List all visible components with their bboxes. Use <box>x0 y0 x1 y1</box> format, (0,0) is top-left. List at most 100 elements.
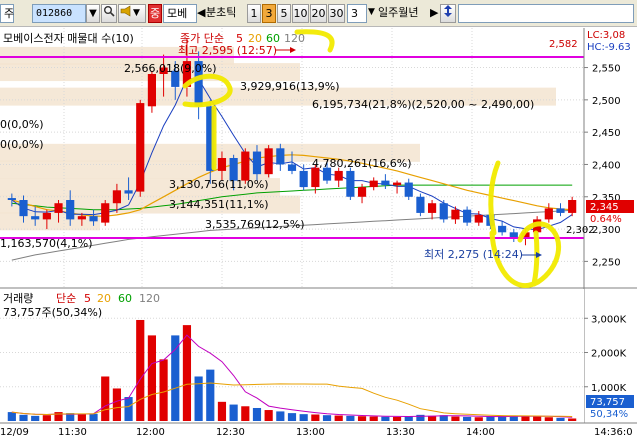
volume-bar <box>19 414 28 421</box>
period-tabs[interactable]: 일주월년 <box>378 4 430 23</box>
price-tick-label: 2,250 <box>592 257 621 268</box>
scroll-left-icon[interactable]: ◀ <box>197 4 205 23</box>
toolbar-blank-field[interactable] <box>458 4 634 23</box>
time-tick-label: 14:00 <box>466 427 495 438</box>
volume-bar <box>521 416 530 421</box>
up-down-arrow-icon <box>444 5 452 17</box>
current-price-label: 2,345 <box>590 202 619 213</box>
volume-bar <box>217 401 227 421</box>
price-tick-label: 2,500 <box>592 96 621 107</box>
volume-bar <box>346 415 355 421</box>
time-tick-label: 13:30 <box>386 427 415 438</box>
volume-ma-period-20: 20 <box>97 292 111 305</box>
volume-bar <box>206 369 215 421</box>
volume-bar <box>124 397 133 421</box>
volume-bar <box>533 416 542 421</box>
current-volume-pct: 50,34% <box>590 409 628 420</box>
volume-bar <box>7 412 16 421</box>
candle-body <box>544 208 553 220</box>
vp-label-7: 3,535,769(12,5%) <box>205 218 305 231</box>
level-2302-label: 2,302 <box>566 225 595 236</box>
vp-label-1: 2,566,018(9,0%) <box>124 62 217 75</box>
time-tick-label: 13:00 <box>296 427 325 438</box>
candle-body <box>369 180 378 188</box>
megaphone-icon: ▼ <box>120 5 140 18</box>
candle-body <box>264 148 273 175</box>
volume-bar <box>299 414 308 421</box>
resize-vertical-button[interactable] <box>440 4 456 23</box>
period-mode-label[interactable]: 분초틱 <box>206 4 246 23</box>
candle-body <box>66 200 75 220</box>
candle-body <box>252 151 262 175</box>
volume-bar <box>322 415 332 421</box>
candle-body <box>276 148 285 165</box>
volume-ma-period-120: 120 <box>139 292 160 305</box>
volume-bar <box>357 416 367 421</box>
volume-bar <box>544 417 553 421</box>
volume-bar <box>381 416 390 421</box>
candle-body <box>474 214 483 223</box>
favorite-badge-icon[interactable]: 중 <box>148 4 162 23</box>
account-field[interactable]: 주 <box>0 4 14 23</box>
candle-body <box>136 103 145 192</box>
period-30-button[interactable]: 30 <box>328 4 345 23</box>
volume-bar <box>159 359 168 421</box>
current-pct-label: 0.64% <box>590 214 622 225</box>
candle-body <box>124 190 133 194</box>
candle-body <box>311 167 320 188</box>
time-tick-label: 12:00 <box>136 427 165 438</box>
period-3-button[interactable]: 3 <box>262 4 276 23</box>
vp-label-4: 4,780,261(16,6%) <box>312 157 412 170</box>
period-10-button[interactable]: 10 <box>292 4 309 23</box>
candle-body <box>498 225 507 233</box>
volume-bar <box>427 415 437 421</box>
chart-title: 모베이스전자 매물대 수(10) <box>3 32 134 45</box>
candle-body <box>89 216 98 222</box>
vp-label-3: 6,195,734(21,8%)(2,520,00 ~ 2,490,00) <box>312 98 534 111</box>
volume-bar <box>474 417 483 421</box>
volume-bar <box>136 319 145 421</box>
period-1-button[interactable]: 1 <box>247 4 261 23</box>
volume-bar <box>311 414 320 421</box>
volume-bar <box>486 416 495 421</box>
stock-name-field[interactable]: 모베 <box>163 4 197 23</box>
code-dropdown-icon[interactable]: ▼ <box>86 4 100 23</box>
candle-body <box>147 74 157 107</box>
candle-body <box>392 182 402 186</box>
volume-bar <box>392 416 402 421</box>
candle-body <box>7 198 16 200</box>
period-20-button[interactable]: 20 <box>310 4 327 23</box>
period-select[interactable]: 3 <box>347 4 367 23</box>
candle-body <box>416 196 425 213</box>
vp-label-6: 3,144,351(11,1%) <box>169 198 269 211</box>
volume-axis-ticks: 3,000K 2,000K 1,000K <box>584 314 627 394</box>
volume-bar <box>334 415 343 421</box>
volume-bar <box>182 325 192 421</box>
volume-ma-label: 단순 <box>56 292 76 305</box>
scroll-right-icon[interactable]: ▶ <box>430 4 438 23</box>
time-tick-label: 14:36:0 <box>594 427 633 438</box>
price-tick-label: 2,550 <box>592 64 621 75</box>
volume-bar <box>31 415 40 421</box>
stock-code-input[interactable]: 012860 <box>32 4 86 23</box>
chart-toolbar: 주 012860 ▼ ▼ 중 모베 ◀ 분초틱 1 3 5 10 20 30 3… <box>0 0 637 27</box>
volume-bar <box>42 415 51 421</box>
period-5-button[interactable]: 5 <box>277 4 291 23</box>
volume-ma-period-5: 5 <box>84 292 91 305</box>
candle-body <box>241 151 250 181</box>
volume-bar <box>229 404 238 421</box>
candle-body <box>287 164 297 171</box>
volume-bar <box>89 413 98 421</box>
ma-period-120: 120 <box>284 32 305 45</box>
search-button[interactable] <box>101 4 117 23</box>
vp-label-5: 3,130,756(11,0%) <box>169 178 269 191</box>
volume-title: 거래량 <box>3 292 33 305</box>
volume-tick-label: 3,000K <box>591 314 627 325</box>
high-annotation: 최고 2,595 (12:57) <box>178 44 277 57</box>
volume-tick-label: 2,000K <box>591 349 627 360</box>
current-volume-label: 73,757 <box>590 397 625 408</box>
volume-value-label: 73,757주(50,34%) <box>3 306 102 319</box>
speaker-button[interactable]: ▼ <box>118 4 146 23</box>
period-select-dropdown-icon[interactable]: ▼ <box>368 4 376 23</box>
chart-area[interactable]: 2,5502,5002,4502,4002,3502,3002,250 3,00… <box>0 28 637 439</box>
